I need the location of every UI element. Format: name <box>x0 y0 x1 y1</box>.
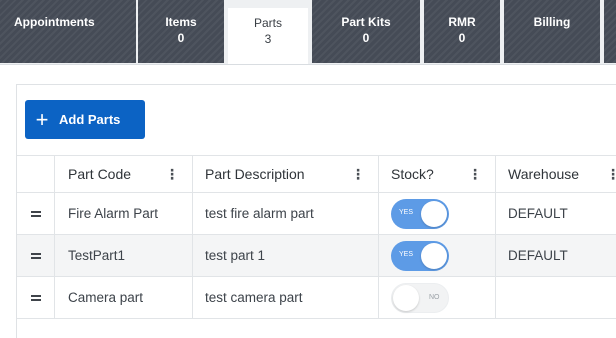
header-warehouse-label: Warehouse <box>508 166 580 182</box>
tab-appointments[interactable]: Appointments <box>0 0 136 63</box>
toggle-knob <box>421 242 447 269</box>
tab-part-kits[interactable]: Part Kits 0 <box>312 0 420 63</box>
add-parts-label: Add Parts <box>59 112 121 127</box>
kebab-menu-icon[interactable]: ⋮ <box>165 167 179 181</box>
table-row[interactable]: Camera part test camera part NO <box>17 277 616 319</box>
drag-handle-icon[interactable] <box>30 294 41 301</box>
kebab-menu-icon[interactable]: ⋮ <box>351 167 365 181</box>
drag-handle-icon[interactable] <box>30 252 41 259</box>
warehouse-cell <box>496 277 616 318</box>
kebab-menu-icon[interactable]: ⋮ <box>606 167 616 181</box>
tab-rmr-label: RMR <box>448 15 476 29</box>
tab-rmr-count: 0 <box>458 31 466 45</box>
header-part-description[interactable]: Part Description ⋮ <box>193 156 379 192</box>
kebab-menu-icon[interactable]: ⋮ <box>468 167 482 181</box>
header-part-code[interactable]: Part Code ⋮ <box>55 156 193 192</box>
parts-table: Part Code ⋮ Part Description ⋮ Stock? ⋮ … <box>17 155 616 319</box>
plus-icon: + <box>35 106 49 132</box>
add-parts-button[interactable]: + Add Parts <box>25 100 145 139</box>
stock-toggle-label: NO <box>429 293 440 301</box>
tab-overflow[interactable] <box>604 0 616 63</box>
table-row[interactable]: TestPart1 test part 1 YES DEFAULT <box>17 235 616 277</box>
part-description-cell: test part 1 <box>193 235 379 276</box>
stock-cell: NO <box>379 277 496 318</box>
tab-items-label: Items <box>165 15 197 29</box>
stock-toggle[interactable]: YES <box>391 198 449 229</box>
tab-parts-count: 3 <box>264 32 272 46</box>
stock-toggle-label: YES <box>399 250 414 258</box>
header-part-description-label: Part Description <box>205 166 305 182</box>
drag-handle-icon[interactable] <box>30 210 41 217</box>
stock-cell: YES <box>379 235 496 276</box>
toggle-knob <box>393 284 419 311</box>
stock-toggle[interactable]: NO <box>391 282 449 313</box>
table-header-row: Part Code ⋮ Part Description ⋮ Stock? ⋮ … <box>17 155 616 193</box>
part-code-cell: Fire Alarm Part <box>55 193 193 234</box>
tab-items-count: 0 <box>177 31 185 45</box>
tab-parts-label: Parts <box>253 16 282 30</box>
header-stock[interactable]: Stock? ⋮ <box>379 156 496 192</box>
part-description-cell: test fire alarm part <box>193 193 379 234</box>
warehouse-cell: DEFAULT <box>508 206 568 221</box>
tab-billing-label: Billing <box>533 15 571 29</box>
part-code-cell: Camera part <box>55 277 193 318</box>
tab-part-kits-count: 0 <box>362 31 370 45</box>
header-drag-column <box>17 156 55 192</box>
tab-parts[interactable]: Parts 3 <box>228 8 308 64</box>
header-stock-label: Stock? <box>391 166 434 182</box>
tab-items[interactable]: Items 0 <box>138 0 224 63</box>
part-code-cell: TestPart1 <box>55 235 193 276</box>
table-row[interactable]: Fire Alarm Part test fire alarm part YES… <box>17 193 616 235</box>
header-part-code-label: Part Code <box>68 166 132 182</box>
header-warehouse[interactable]: Warehouse ⋮ <box>496 156 616 192</box>
stock-toggle-label: YES <box>399 208 414 216</box>
stock-toggle[interactable]: YES <box>391 240 449 271</box>
tab-bar: Appointments Items 0 Parts 3 Part Kits 0… <box>0 0 616 64</box>
warehouse-cell: DEFAULT <box>508 248 568 263</box>
part-description-cell: test camera part <box>193 277 379 318</box>
tab-billing[interactable]: Billing <box>504 0 600 63</box>
tab-appointments-label: Appointments <box>14 15 95 29</box>
tab-part-kits-label: Part Kits <box>341 15 391 29</box>
tab-rmr[interactable]: RMR 0 <box>424 0 500 63</box>
toggle-knob <box>421 200 447 227</box>
stock-cell: YES <box>379 193 496 234</box>
